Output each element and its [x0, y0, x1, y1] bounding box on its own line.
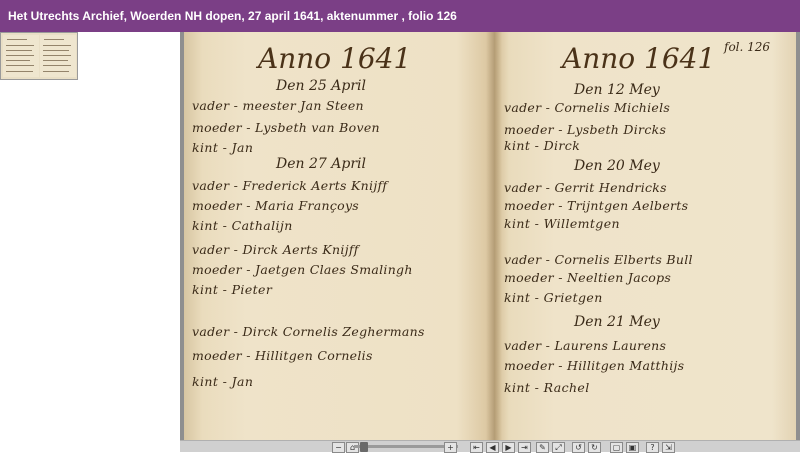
first-page-button[interactable]: ⇤: [470, 442, 483, 453]
entry-mother: moeder - Lysbeth van Boven: [192, 120, 380, 135]
double-page-button[interactable]: ▣: [626, 442, 639, 453]
help-button[interactable]: ?: [646, 442, 659, 453]
thumbnail-line: [6, 55, 34, 56]
entry-date: Den 25 April: [276, 78, 366, 94]
entry-child: kint - Dirck: [504, 138, 581, 153]
zoom-slider-handle[interactable]: [360, 442, 368, 452]
entry-father: vader - Gerrit Hendricks: [504, 180, 667, 195]
page-gutter: [486, 32, 502, 440]
rotate-left-button[interactable]: ↺: [572, 442, 585, 453]
image-viewer[interactable]: Anno 1641 Den 25 April vader - meester J…: [180, 32, 800, 440]
next-page-button[interactable]: ▶: [502, 442, 515, 453]
thumbnail-line: [43, 60, 68, 61]
single-page-button[interactable]: ▢: [610, 442, 623, 453]
entry-mother: moeder - Hillitgen Cornelis: [192, 348, 373, 363]
entry-mother: moeder - Lysbeth Dircks: [504, 122, 667, 137]
entry-mother: moeder - Trijntgen Aelberts: [504, 198, 689, 213]
rotate-right-button[interactable]: ↻: [588, 442, 601, 453]
thumbnail-line: [6, 50, 32, 51]
entry-father: vader - Frederick Aerts Knijff: [192, 178, 388, 193]
annotate-button[interactable]: ✎: [536, 442, 549, 453]
thumbnail-line: [43, 65, 71, 66]
year-heading: Anno 1641: [258, 42, 412, 75]
thumbnail-line: [6, 71, 33, 72]
thumbnail-line: [43, 50, 69, 51]
entry-mother: moeder - Jaetgen Claes Smalingh: [192, 262, 413, 277]
entry-child: kint - Jan: [192, 374, 254, 389]
thumbnail-line: [43, 45, 71, 46]
entry-father: vader - Dirck Cornelis Zeghermans: [192, 324, 425, 339]
zoom-out-button[interactable]: −: [332, 442, 345, 453]
entry-mother: moeder - Maria Françoys: [192, 198, 360, 213]
entry-mother: moeder - Hillitgen Matthijs: [504, 358, 685, 373]
entry-child: kint - Pieter: [192, 282, 273, 297]
entry-date: Den 20 Mey: [574, 158, 660, 174]
folio-number: fol. 126: [724, 40, 771, 54]
entry-date: Den 12 Mey: [574, 82, 660, 98]
entry-father: vader - Laurens Laurens: [504, 338, 667, 353]
entry-mother: moeder - Neeltien Jacops: [504, 270, 672, 285]
entry-date: Den 27 April: [276, 156, 366, 172]
previous-page-button[interactable]: ◀: [486, 442, 499, 453]
fullscreen-button[interactable]: ⇲: [662, 442, 675, 453]
left-page: Anno 1641 Den 25 April vader - meester J…: [184, 32, 494, 440]
thumbnail-line: [43, 55, 71, 56]
entry-father: vader - meester Jan Steen: [192, 98, 364, 113]
entry-date: Den 21 Mey: [574, 314, 660, 330]
entry-father: vader - Dirck Aerts Knijff: [192, 242, 359, 257]
thumbnail-navigator[interactable]: [0, 32, 78, 80]
thumbnail-line: [6, 60, 30, 61]
thumbnail-line: [6, 65, 34, 66]
entry-father: vader - Cornelis Michiels: [504, 100, 671, 115]
entry-child: kint - Willemtgen: [504, 216, 620, 231]
last-page-button[interactable]: ⇥: [518, 442, 531, 453]
thumbnail-line: [7, 39, 27, 40]
fit-button[interactable]: ⤢: [552, 442, 565, 453]
thumbnail-line: [44, 39, 64, 40]
entry-child: kint - Jan: [192, 140, 254, 155]
right-page: Anno 1641 fol. 126 Den 12 Mey vader - Co…: [494, 32, 796, 440]
thumbnail-line: [43, 71, 69, 72]
entry-father: vader - Cornelis Elberts Bull: [504, 252, 693, 267]
entry-child: kint - Cathalijn: [192, 218, 293, 233]
zoom-in-button[interactable]: +: [444, 442, 457, 453]
document-spread: Anno 1641 Den 25 April vader - meester J…: [184, 32, 796, 440]
entry-child: kint - Grietgen: [504, 290, 603, 305]
zoom-slider-track[interactable]: [354, 445, 458, 448]
entry-child: kint - Rachel: [504, 380, 590, 395]
thumbnail-line: [6, 45, 34, 46]
year-heading: Anno 1641: [562, 42, 716, 75]
page-title: Het Utrechts Archief, Woerden NH dopen, …: [8, 9, 457, 23]
viewer-toolbar: − ⌂ + ⇤ ◀ ▶ ⇥ ✎ ⤢ ↺ ↻ ▢ ▣ ? ⇲: [180, 440, 800, 453]
title-bar: Het Utrechts Archief, Woerden NH dopen, …: [0, 0, 800, 32]
